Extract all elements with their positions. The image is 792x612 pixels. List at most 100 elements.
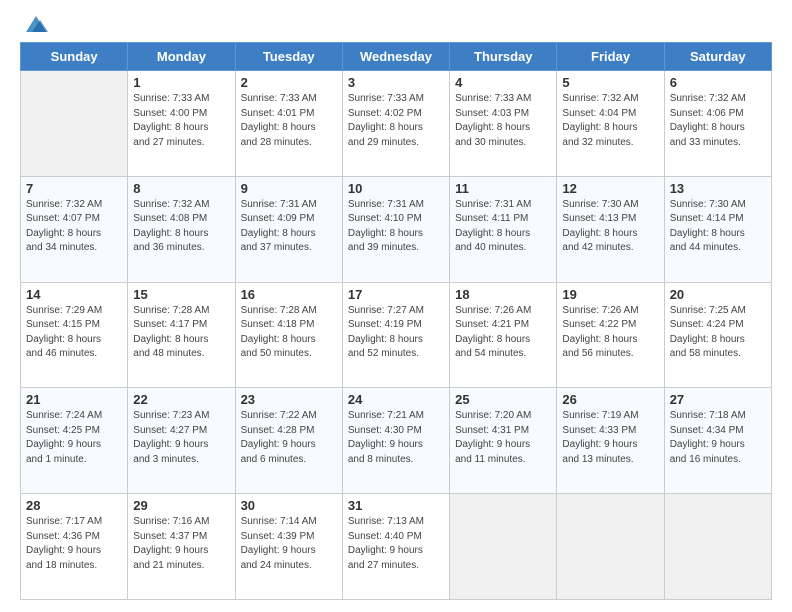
day-info: Sunrise: 7:20 AMSunset: 4:31 PMDaylight:…	[455, 409, 551, 467]
day-number: 5	[562, 75, 658, 90]
calendar-cell: 22 Sunrise: 7:23 AMSunset: 4:27 PMDayligh…	[128, 388, 235, 494]
calendar-cell: 30 Sunrise: 7:14 AMSunset: 4:39 PMDayligh…	[235, 494, 342, 600]
calendar-cell: 11 Sunrise: 7:31 AMSunset: 4:11 PMDayligh…	[450, 176, 557, 282]
day-number: 11	[455, 181, 551, 196]
day-info: Sunrise: 7:24 AMSunset: 4:25 PMDaylight:…	[26, 409, 122, 467]
day-number: 31	[348, 498, 444, 513]
day-info: Sunrise: 7:25 AMSunset: 4:24 PMDaylight:…	[670, 304, 766, 362]
day-info: Sunrise: 7:30 AMSunset: 4:14 PMDaylight:…	[670, 198, 766, 256]
day-header-row: Sunday Monday Tuesday Wednesday Thursday…	[21, 43, 772, 71]
day-info: Sunrise: 7:26 AMSunset: 4:21 PMDaylight:…	[455, 304, 551, 362]
calendar-cell: 20 Sunrise: 7:25 AMSunset: 4:24 PMDayligh…	[664, 282, 771, 388]
day-number: 20	[670, 287, 766, 302]
calendar-cell: 24 Sunrise: 7:21 AMSunset: 4:30 PMDayligh…	[342, 388, 449, 494]
col-monday: Monday	[128, 43, 235, 71]
day-info: Sunrise: 7:33 AMSunset: 4:02 PMDaylight:…	[348, 92, 444, 150]
day-number: 15	[133, 287, 229, 302]
calendar-cell: 19 Sunrise: 7:26 AMSunset: 4:22 PMDayligh…	[557, 282, 664, 388]
calendar-cell: 6Sunrise: 7:32 AMSunset: 4:06 PMDaylight…	[664, 71, 771, 177]
col-thursday: Thursday	[450, 43, 557, 71]
col-tuesday: Tuesday	[235, 43, 342, 71]
day-number: 2	[241, 75, 337, 90]
day-number: 16	[241, 287, 337, 302]
day-info: Sunrise: 7:18 AMSunset: 4:34 PMDaylight:…	[670, 409, 766, 467]
header	[20, 16, 772, 32]
calendar-cell: 16Sunrise: 7:28 AMSunset: 4:18 PMDayligh…	[235, 282, 342, 388]
day-number: 24	[348, 392, 444, 407]
day-info: Sunrise: 7:32 AMSunset: 4:08 PMDaylight:…	[133, 198, 229, 256]
calendar-cell: 21 Sunrise: 7:24 AMSunset: 4:25 PMDayligh…	[21, 388, 128, 494]
day-number: 30	[241, 498, 337, 513]
day-number: 21	[26, 392, 122, 407]
day-info: Sunrise: 7:32 AMSunset: 4:04 PMDaylight:…	[562, 92, 658, 150]
day-info: Sunrise: 7:14 AMSunset: 4:39 PMDaylight:…	[241, 515, 337, 573]
day-info: Sunrise: 7:19 AMSunset: 4:33 PMDaylight:…	[562, 409, 658, 467]
day-info: Sunrise: 7:32 AMSunset: 4:07 PMDaylight:…	[26, 198, 122, 256]
day-info: Sunrise: 7:31 AMSunset: 4:11 PMDaylight:…	[455, 198, 551, 256]
calendar-cell: 8 Sunrise: 7:32 AMSunset: 4:08 PMDaylight…	[128, 176, 235, 282]
calendar-week-2: 7 Sunrise: 7:32 AMSunset: 4:07 PMDaylight…	[21, 176, 772, 282]
day-number: 23	[241, 392, 337, 407]
calendar-cell: 12 Sunrise: 7:30 AMSunset: 4:13 PMDayligh…	[557, 176, 664, 282]
day-number: 1	[133, 75, 229, 90]
calendar-week-1: 1 Sunrise: 7:33 AMSunset: 4:00 PMDaylight…	[21, 71, 772, 177]
day-info: Sunrise: 7:28 AMSunset: 4:17 PMDaylight:…	[133, 304, 229, 362]
calendar-cell: 7 Sunrise: 7:32 AMSunset: 4:07 PMDaylight…	[21, 176, 128, 282]
col-wednesday: Wednesday	[342, 43, 449, 71]
day-info: Sunrise: 7:21 AMSunset: 4:30 PMDaylight:…	[348, 409, 444, 467]
calendar-header: Sunday Monday Tuesday Wednesday Thursday…	[21, 43, 772, 71]
logo-icon	[22, 14, 50, 36]
day-number: 12	[562, 181, 658, 196]
day-number: 13	[670, 181, 766, 196]
calendar-cell: 26Sunrise: 7:19 AMSunset: 4:33 PMDayligh…	[557, 388, 664, 494]
page: Sunday Monday Tuesday Wednesday Thursday…	[0, 0, 792, 612]
calendar-week-4: 21 Sunrise: 7:24 AMSunset: 4:25 PMDayligh…	[21, 388, 772, 494]
day-number: 27	[670, 392, 766, 407]
day-info: Sunrise: 7:27 AMSunset: 4:19 PMDaylight:…	[348, 304, 444, 362]
day-info: Sunrise: 7:33 AMSunset: 4:03 PMDaylight:…	[455, 92, 551, 150]
calendar-cell: 31 Sunrise: 7:13 AMSunset: 4:40 PMDayligh…	[342, 494, 449, 600]
day-info: Sunrise: 7:17 AMSunset: 4:36 PMDaylight:…	[26, 515, 122, 573]
day-number: 29	[133, 498, 229, 513]
day-number: 7	[26, 181, 122, 196]
calendar-cell: 28 Sunrise: 7:17 AMSunset: 4:36 PMDayligh…	[21, 494, 128, 600]
day-number: 9	[241, 181, 337, 196]
day-info: Sunrise: 7:29 AMSunset: 4:15 PMDaylight:…	[26, 304, 122, 362]
calendar-cell: 14Sunrise: 7:29 AMSunset: 4:15 PMDayligh…	[21, 282, 128, 388]
calendar-cell: 9 Sunrise: 7:31 AMSunset: 4:09 PMDaylight…	[235, 176, 342, 282]
day-info: Sunrise: 7:23 AMSunset: 4:27 PMDaylight:…	[133, 409, 229, 467]
day-info: Sunrise: 7:33 AMSunset: 4:01 PMDaylight:…	[241, 92, 337, 150]
calendar-cell: 25Sunrise: 7:20 AMSunset: 4:31 PMDayligh…	[450, 388, 557, 494]
calendar-cell	[557, 494, 664, 600]
day-number: 8	[133, 181, 229, 196]
day-info: Sunrise: 7:26 AMSunset: 4:22 PMDaylight:…	[562, 304, 658, 362]
calendar-cell: 1 Sunrise: 7:33 AMSunset: 4:00 PMDaylight…	[128, 71, 235, 177]
calendar-body: 1 Sunrise: 7:33 AMSunset: 4:00 PMDaylight…	[21, 71, 772, 600]
day-number: 28	[26, 498, 122, 513]
calendar-week-5: 28 Sunrise: 7:17 AMSunset: 4:36 PMDayligh…	[21, 494, 772, 600]
calendar-cell: 4 Sunrise: 7:33 AMSunset: 4:03 PMDaylight…	[450, 71, 557, 177]
day-info: Sunrise: 7:13 AMSunset: 4:40 PMDaylight:…	[348, 515, 444, 573]
calendar-cell: 13 Sunrise: 7:30 AMSunset: 4:14 PMDayligh…	[664, 176, 771, 282]
day-info: Sunrise: 7:31 AMSunset: 4:09 PMDaylight:…	[241, 198, 337, 256]
calendar-table: Sunday Monday Tuesday Wednesday Thursday…	[20, 42, 772, 600]
day-number: 22	[133, 392, 229, 407]
calendar-cell: 10 Sunrise: 7:31 AMSunset: 4:10 PMDayligh…	[342, 176, 449, 282]
col-saturday: Saturday	[664, 43, 771, 71]
calendar-cell: 17 Sunrise: 7:27 AMSunset: 4:19 PMDayligh…	[342, 282, 449, 388]
day-number: 19	[562, 287, 658, 302]
calendar-cell: 27 Sunrise: 7:18 AMSunset: 4:34 PMDayligh…	[664, 388, 771, 494]
day-info: Sunrise: 7:22 AMSunset: 4:28 PMDaylight:…	[241, 409, 337, 467]
day-info: Sunrise: 7:30 AMSunset: 4:13 PMDaylight:…	[562, 198, 658, 256]
day-info: Sunrise: 7:33 AMSunset: 4:00 PMDaylight:…	[133, 92, 229, 150]
calendar-cell: 5 Sunrise: 7:32 AMSunset: 4:04 PMDaylight…	[557, 71, 664, 177]
day-number: 18	[455, 287, 551, 302]
day-number: 17	[348, 287, 444, 302]
day-number: 10	[348, 181, 444, 196]
calendar-cell: 18 Sunrise: 7:26 AMSunset: 4:21 PMDayligh…	[450, 282, 557, 388]
day-info: Sunrise: 7:31 AMSunset: 4:10 PMDaylight:…	[348, 198, 444, 256]
day-number: 3	[348, 75, 444, 90]
col-friday: Friday	[557, 43, 664, 71]
col-sunday: Sunday	[21, 43, 128, 71]
day-number: 4	[455, 75, 551, 90]
